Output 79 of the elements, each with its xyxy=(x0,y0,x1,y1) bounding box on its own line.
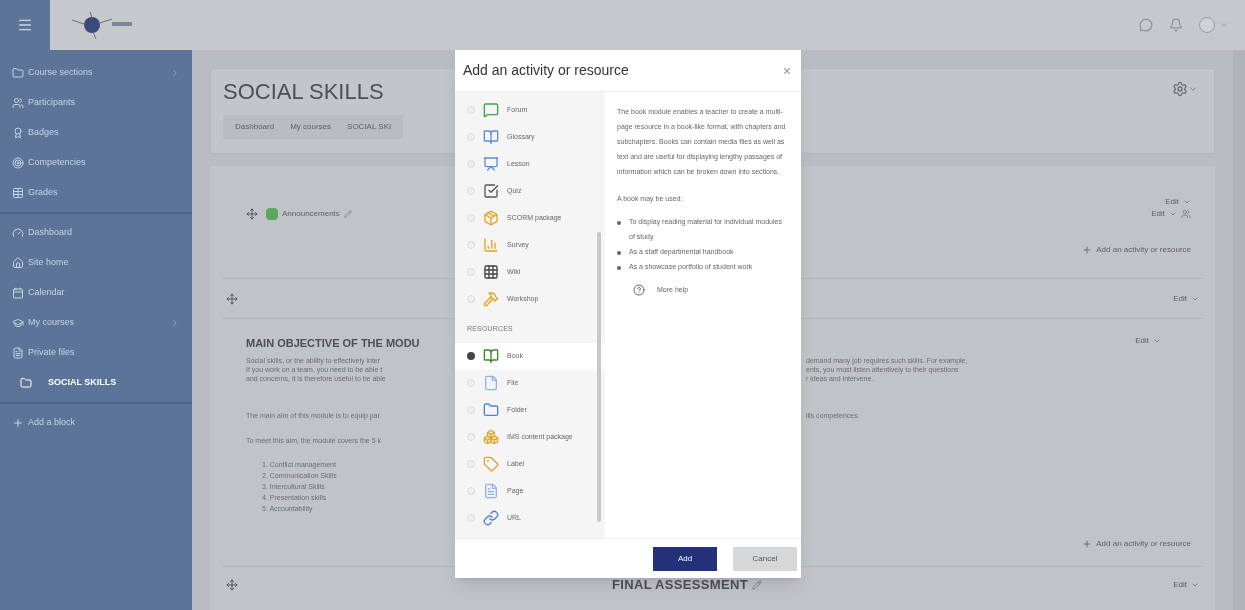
move-icon[interactable] xyxy=(246,208,258,220)
module-icon xyxy=(483,348,499,364)
pencil-icon[interactable] xyxy=(751,579,762,590)
radio-button[interactable] xyxy=(467,352,475,360)
move-icon[interactable] xyxy=(226,578,238,591)
cancel-button[interactable]: Cancel xyxy=(733,546,797,571)
close-icon xyxy=(784,67,790,74)
breadcrumb-link[interactable]: SOCIAL SKI xyxy=(347,121,392,133)
sidebar-item[interactable]: Add a block xyxy=(0,408,192,438)
nav-icon xyxy=(12,227,24,239)
dialog-title: Add an activity or resource xyxy=(463,61,629,80)
nav-icon xyxy=(12,67,24,79)
sidebar-item[interactable]: Calendar xyxy=(0,278,192,308)
edit-menu[interactable]: Edit xyxy=(1135,335,1161,347)
sidebar-item[interactable]: Dashboard xyxy=(0,218,192,248)
section-title: FINAL ASSESSMENT xyxy=(612,574,762,595)
sidebar-item[interactable]: SOCIAL SKILLS xyxy=(0,368,192,398)
settings-icon[interactable] xyxy=(1172,81,1188,97)
section-heading: MAIN OBJECTIVE OF THE MODU xyxy=(246,336,421,351)
nav-icon xyxy=(12,257,24,269)
caret-icon xyxy=(1188,84,1198,94)
chevron-icon xyxy=(170,318,180,328)
add-activity-link[interactable]: Add an activity or resource xyxy=(1082,537,1191,550)
breadcrumb-link[interactable]: Dashboard xyxy=(235,121,275,133)
nav-icon xyxy=(12,317,24,329)
activity-link[interactable]: Announcements xyxy=(282,208,340,220)
add-activity-link[interactable]: Add an activity or resource xyxy=(1082,244,1191,256)
module-icon xyxy=(483,429,499,445)
nav-icon xyxy=(12,347,24,359)
nav-icon xyxy=(12,287,24,299)
plus-icon xyxy=(1082,245,1093,255)
sidebar-item[interactable]: Site home xyxy=(0,248,192,278)
edit-menu[interactable]: Edit xyxy=(1173,578,1199,591)
sidebar-item[interactable]: Private files xyxy=(0,338,192,368)
module-icon xyxy=(483,101,499,118)
notification-bell-icon[interactable] xyxy=(1169,18,1183,32)
user-avatar[interactable] xyxy=(1199,17,1215,33)
sidebar-item[interactable]: Competencies xyxy=(0,148,192,178)
sidebar-item[interactable]: Grades xyxy=(0,178,192,208)
nav-icon xyxy=(12,157,24,169)
module-icon xyxy=(483,456,499,472)
sidebar-item[interactable]: Badges xyxy=(0,118,192,148)
chat-icon[interactable] xyxy=(1139,18,1153,32)
caret-icon xyxy=(1219,20,1229,30)
module-icon xyxy=(483,375,499,391)
edit-menu[interactable]: Edit xyxy=(1165,196,1191,208)
module-icon xyxy=(483,510,499,526)
module-icon xyxy=(483,128,499,145)
sidebar-item[interactable]: Course sections xyxy=(0,58,192,88)
add-button[interactable]: Add xyxy=(653,546,717,571)
sidebar-item[interactable]: Participants xyxy=(0,88,192,118)
move-icon[interactable] xyxy=(226,292,238,305)
plus-icon xyxy=(1082,538,1093,549)
help-icon xyxy=(633,283,645,296)
module-icon xyxy=(483,155,499,172)
module-icon xyxy=(483,402,499,418)
nav-icon xyxy=(20,377,32,389)
nav-icon xyxy=(12,127,24,139)
chevron-icon xyxy=(170,68,180,78)
nav-icon xyxy=(12,417,24,429)
caret-icon xyxy=(1153,337,1161,345)
module-icon xyxy=(483,263,499,280)
pencil-icon[interactable] xyxy=(343,210,352,218)
module-icon xyxy=(483,236,499,253)
breadcrumb-link[interactable]: My courses xyxy=(290,121,332,133)
user-icon xyxy=(1181,209,1191,219)
scrollbar[interactable] xyxy=(597,232,601,522)
edit-menu[interactable]: Edit xyxy=(1151,208,1177,220)
course-title: SOCIAL SKILLS xyxy=(223,81,384,103)
nav-icon xyxy=(12,97,24,109)
module-icon xyxy=(483,209,499,226)
sidebar-item[interactable]: My courses xyxy=(0,308,192,338)
edit-menu[interactable]: Edit xyxy=(1173,292,1199,305)
menu-icon xyxy=(17,17,33,33)
module-icon xyxy=(483,483,499,499)
menu-button[interactable] xyxy=(0,0,50,50)
nav-icon xyxy=(12,187,24,199)
module-icon xyxy=(483,182,499,199)
module-icon xyxy=(483,290,499,307)
